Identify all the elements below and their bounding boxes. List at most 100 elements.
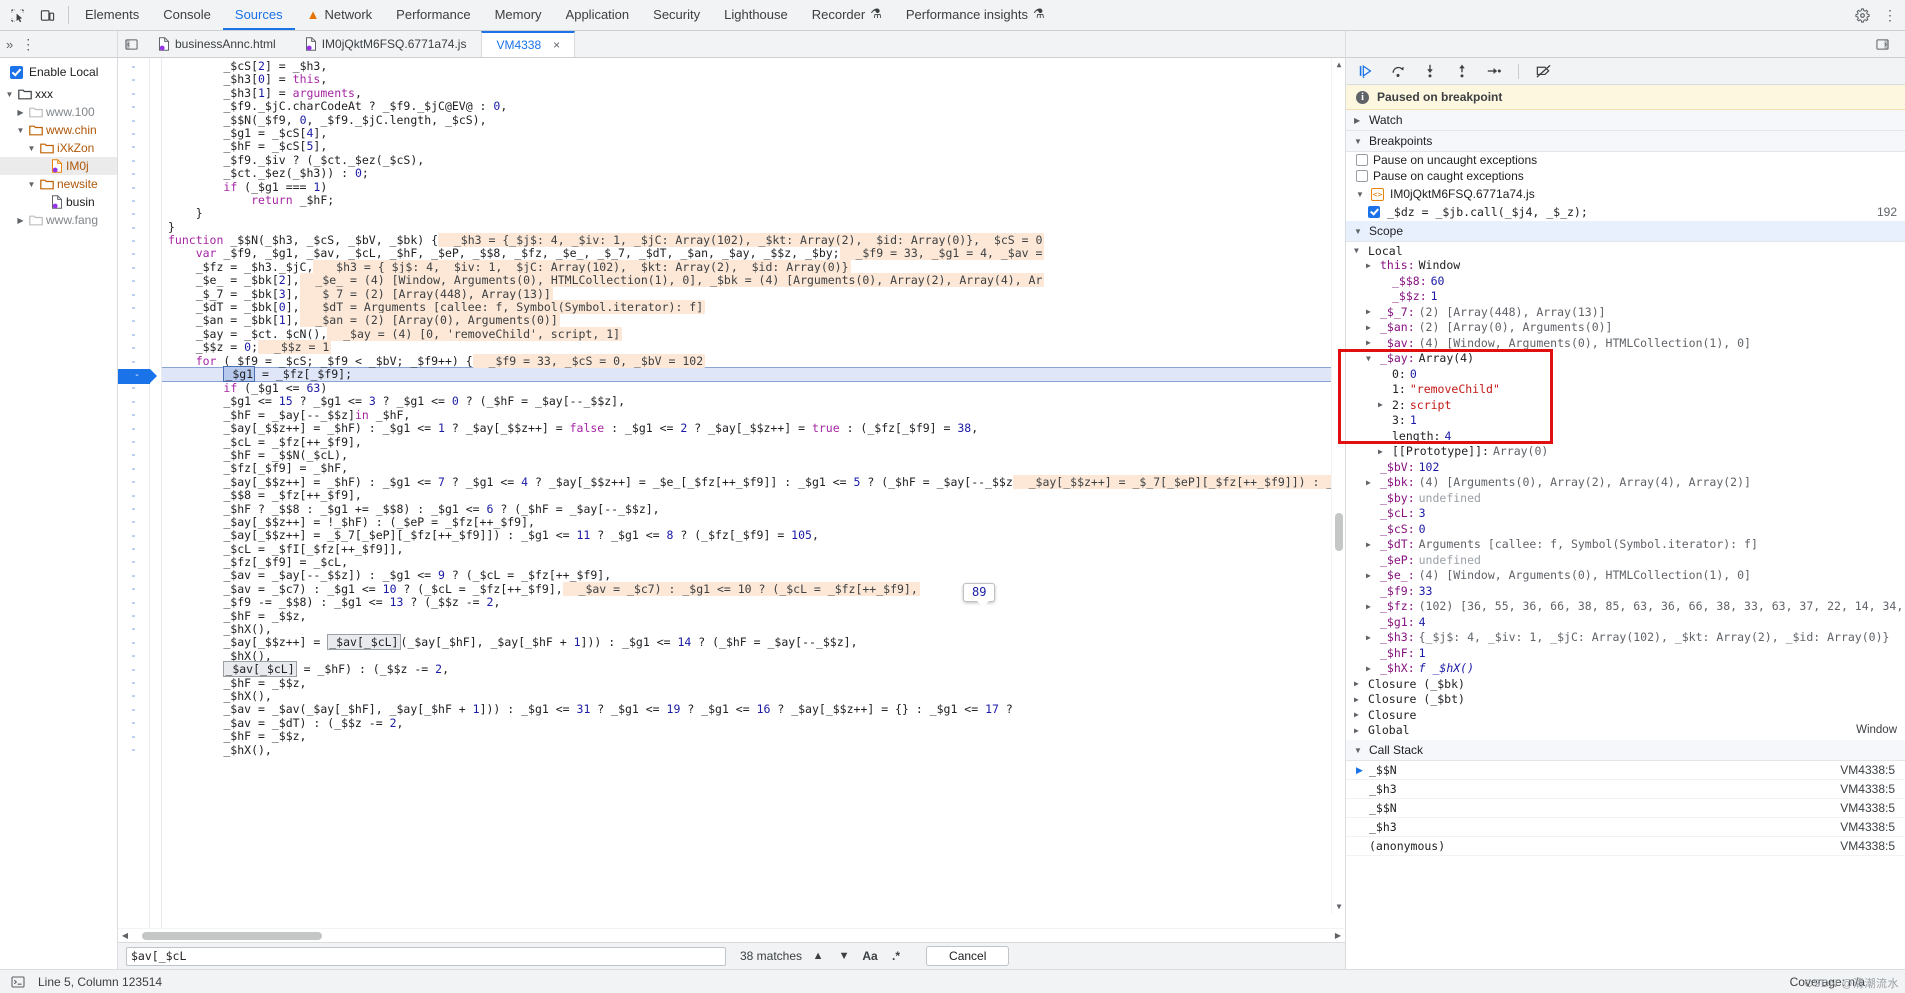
tab-lighthouse[interactable]: Lighthouse [712, 0, 800, 30]
step-into-next-function-call-icon[interactable] [1420, 62, 1439, 81]
scope-variable-row[interactable]: ▶ _$av: (4) [Window, Arguments(0), HTMLCol… [1346, 335, 1905, 351]
gear-icon[interactable] [1851, 4, 1873, 26]
scope-variable-row[interactable]: length: 4 [1346, 428, 1905, 444]
scope-variable-row[interactable]: _$eP: undefined [1346, 552, 1905, 568]
breakpoint-enabled-checkbox[interactable] [1368, 206, 1380, 218]
scope-group-local[interactable]: ▼ Local [1346, 242, 1905, 258]
chevron-right-icon[interactable]: ▶ [1366, 633, 1376, 642]
pause-on-caught-exceptions-row[interactable]: Pause on caught exceptions [1346, 168, 1905, 184]
file-tab-im0jqktm6fsq[interactable]: IM0jQktM6FSQ.6771a74.js [291, 31, 482, 57]
cancel-button[interactable]: Cancel [926, 946, 1010, 966]
tree-item-busin[interactable]: busin [0, 193, 117, 211]
breakpoint-file-row[interactable]: ▼ <> IM0jQktM6FSQ.6771a74.js [1346, 184, 1905, 203]
chevron-right-icon[interactable]: ▶ [1354, 695, 1364, 704]
scope-variable-row[interactable]: ▶ _$an: (2) [Array(0), Arguments(0)] [1346, 320, 1905, 336]
regex-button[interactable]: .* [886, 946, 906, 966]
scope-closure-row[interactable]: ▶ Closure (_$bt) [1346, 692, 1905, 708]
step-icon[interactable] [1484, 62, 1503, 81]
tree-item-ixkzon[interactable]: ▼ iXkZon [0, 139, 117, 157]
chevron-right-icon[interactable]: ▶ [1378, 447, 1388, 456]
scope-section-header[interactable]: ▼ Scope [1346, 221, 1905, 242]
code-content[interactable]: _$cS[2] = _$h3, _$h3[0] = this, _$h3[1] … [162, 58, 1345, 928]
line-gutter[interactable]: ----------------------------------------… [118, 58, 150, 928]
scope-variable-row[interactable]: _$cS: 0 [1346, 521, 1905, 537]
scope-variable-row[interactable]: _$hF: 1 [1346, 645, 1905, 661]
chevron-down-icon[interactable]: ▼ [26, 180, 37, 189]
tab-performance[interactable]: Performance [384, 0, 482, 30]
pause-caught-checkbox[interactable] [1356, 170, 1368, 182]
scope-variable-row[interactable]: _$f9: 33 [1346, 583, 1905, 599]
step-out-of-current-function-icon[interactable] [1452, 62, 1471, 81]
scope-variable-row[interactable]: ▶ _$bk: (4) [Arguments(0), Array(2), Array… [1346, 475, 1905, 491]
enable-local-checkbox[interactable] [10, 65, 23, 79]
close-icon[interactable]: × [553, 38, 560, 52]
scope-variable-row[interactable]: ▶ this: Window [1346, 258, 1905, 274]
call-stack-frame[interactable]: ▶ _$$N VM4338:5 [1346, 761, 1905, 780]
tree-item-www-fang[interactable]: ▶ www.fang [0, 211, 117, 229]
scroll-right-arrow[interactable]: ▶ [1331, 929, 1345, 943]
scope-closure-row[interactable]: ▶ Closure [1346, 707, 1905, 723]
chevron-right-icon[interactable]: ▶ [15, 108, 26, 117]
chevron-up-icon[interactable]: ▲ [808, 946, 828, 966]
chevron-right-icon[interactable]: ▶ [1354, 726, 1364, 735]
chevron-right-icon[interactable]: ▶ [1354, 679, 1364, 688]
tree-item-www-100[interactable]: ▶ www.100 [0, 103, 117, 121]
scrollbar-thumb[interactable] [142, 931, 322, 940]
show-debugger-sidebar-icon[interactable] [1869, 38, 1895, 51]
enable-local-overrides-row[interactable]: Enable Local [0, 62, 117, 85]
chevron-right-icon[interactable]: ▶ [1366, 261, 1376, 270]
scroll-left-arrow[interactable]: ◀ [118, 929, 132, 943]
tab-recorder[interactable]: Recorder ⚗ [800, 0, 894, 30]
tab-security[interactable]: Security [641, 0, 712, 30]
more-vertical-icon[interactable]: ⋮ [21, 36, 35, 53]
scrollbar-thumb[interactable] [1335, 513, 1343, 551]
chevron-right-icon[interactable]: ▶ [1366, 571, 1376, 580]
editor-vertical-scrollbar[interactable]: ▲ ▼ [1331, 58, 1345, 914]
scope-variable-row[interactable]: _$cL: 3 [1346, 506, 1905, 522]
file-tab-businessannc[interactable]: businessAnnc.html [144, 31, 291, 57]
file-tab-vm4338[interactable]: VM4338 × [481, 31, 576, 57]
chevron-right-icon[interactable]: ▶ [1366, 602, 1376, 611]
scope-variable-row[interactable]: ▶ _$e_: (4) [Window, Arguments(0), HTMLCol… [1346, 568, 1905, 584]
call-stack-frame[interactable]: _$$N VM4338:5 [1346, 799, 1905, 818]
call-stack-frame[interactable]: _$h3 VM4338:5 [1346, 780, 1905, 799]
show-navigator-icon[interactable] [118, 31, 144, 57]
scope-variable-row[interactable]: _$g1: 4 [1346, 614, 1905, 630]
editor-horizontal-scrollbar[interactable]: ◀ ▶ [118, 928, 1345, 942]
scope-variable-row[interactable]: ▶ _$h3: {_$j$: 4, _$iv: 1, _$jC: Array(102… [1346, 630, 1905, 646]
breakpoint-entry[interactable]: _$dz = _$jb.call(_$j4, _$_z); 192 [1346, 203, 1905, 221]
scope-variable-row[interactable]: 0: 0 [1346, 366, 1905, 382]
scope-variable-row[interactable]: ▶ _$_7: (2) [Array(448), Array(13)] [1346, 304, 1905, 320]
scope-variable-row[interactable]: ▶ [[Prototype]]: Array(0) [1346, 444, 1905, 460]
breakpoints-section-header[interactable]: ▼ Breakpoints [1346, 131, 1905, 152]
source-code-editor[interactable]: ----------------------------------------… [118, 58, 1345, 928]
pause-uncaught-checkbox[interactable] [1356, 154, 1368, 166]
tree-item-im0j[interactable]: IM0j [0, 157, 117, 175]
scope-variable-row[interactable]: ▶ _$hX: f _$hX() [1346, 661, 1905, 677]
scrollbar-track[interactable] [132, 929, 1331, 943]
chevron-right-icon[interactable]: ▶ [1354, 710, 1364, 719]
chevron-down-icon[interactable]: ▼ [4, 90, 15, 99]
step-over-next-function-call-icon[interactable] [1388, 62, 1407, 81]
scroll-down-arrow[interactable]: ▼ [1332, 900, 1345, 914]
deactivate-breakpoints-icon[interactable] [1534, 62, 1553, 81]
console-drawer-icon[interactable] [8, 972, 28, 992]
tab-application[interactable]: Application [554, 0, 642, 30]
tab-memory[interactable]: Memory [483, 0, 554, 30]
scope-closure-row[interactable]: ▶ Closure (_$bk) [1346, 676, 1905, 692]
tab-console[interactable]: Console [151, 0, 223, 30]
tree-item-www-chin[interactable]: ▼ www.chin [0, 121, 117, 139]
tab-sources[interactable]: Sources [222, 0, 295, 30]
chevron-right-icon[interactable]: ▶ [1366, 478, 1376, 487]
pause-on-uncaught-exceptions-row[interactable]: Pause on uncaught exceptions [1346, 152, 1905, 168]
resume-script-execution-icon[interactable] [1356, 62, 1375, 81]
chevron-right-icon[interactable]: ▶ [1378, 400, 1388, 409]
tab-network[interactable]: ▲ Network [295, 0, 385, 30]
call-stack-frame[interactable]: _$h3 VM4338:5 [1346, 818, 1905, 837]
chevron-down-icon[interactable]: ▼ [834, 946, 854, 966]
scope-variable-row[interactable]: _$$8: 60 [1346, 273, 1905, 289]
call-stack-frame[interactable]: (anonymous) VM4338:5 [1346, 837, 1905, 856]
tab-performance-insights[interactable]: Performance insights ⚗ [894, 0, 1057, 30]
chevron-right-icon[interactable]: ▶ [1366, 307, 1376, 316]
inspect-element-icon[interactable] [6, 4, 28, 26]
